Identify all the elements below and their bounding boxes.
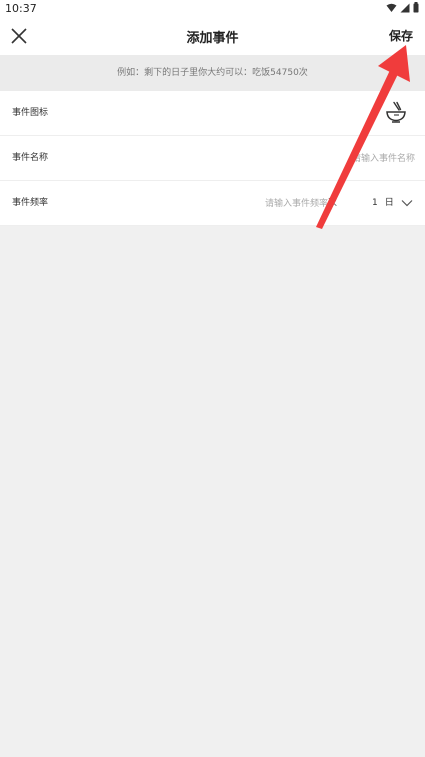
example-hint: 例如：剩下的日子里你大约可以：吃饭54750次 bbox=[0, 55, 425, 91]
signal-icon bbox=[400, 3, 410, 12]
app-bar: 添加事件 保存 bbox=[0, 17, 425, 55]
status-time: 10:37 bbox=[5, 2, 37, 15]
wifi-icon bbox=[386, 3, 397, 12]
event-frequency-input[interactable] bbox=[236, 193, 330, 215]
battery-icon bbox=[413, 2, 419, 13]
status-bar: 10:37 bbox=[0, 0, 425, 17]
event-name-label: 事件名称 bbox=[12, 153, 49, 163]
status-icons bbox=[386, 2, 419, 13]
event-frequency-label: 事件频率 bbox=[12, 198, 49, 208]
event-name-input[interactable] bbox=[253, 148, 417, 170]
chevron-down-icon[interactable] bbox=[401, 199, 413, 207]
period-unit: 日 bbox=[384, 198, 394, 208]
frequency-period-select[interactable]: 1 日 bbox=[372, 181, 413, 225]
event-icon-label: 事件图标 bbox=[12, 108, 49, 118]
event-icon-row[interactable]: 事件图标 bbox=[0, 91, 425, 136]
event-frequency-row: 事件频率 次 1 日 bbox=[0, 181, 425, 226]
page-title: 添加事件 bbox=[186, 31, 239, 46]
event-form: 事件图标 事件名称 事件频率 次 1 日 bbox=[0, 91, 425, 226]
rice-bowl-icon[interactable] bbox=[385, 101, 407, 123]
event-name-row: 事件名称 bbox=[0, 136, 425, 181]
save-button[interactable]: 保存 bbox=[389, 27, 413, 44]
frequency-unit: 次 bbox=[328, 198, 338, 208]
period-count: 1 bbox=[372, 198, 378, 208]
